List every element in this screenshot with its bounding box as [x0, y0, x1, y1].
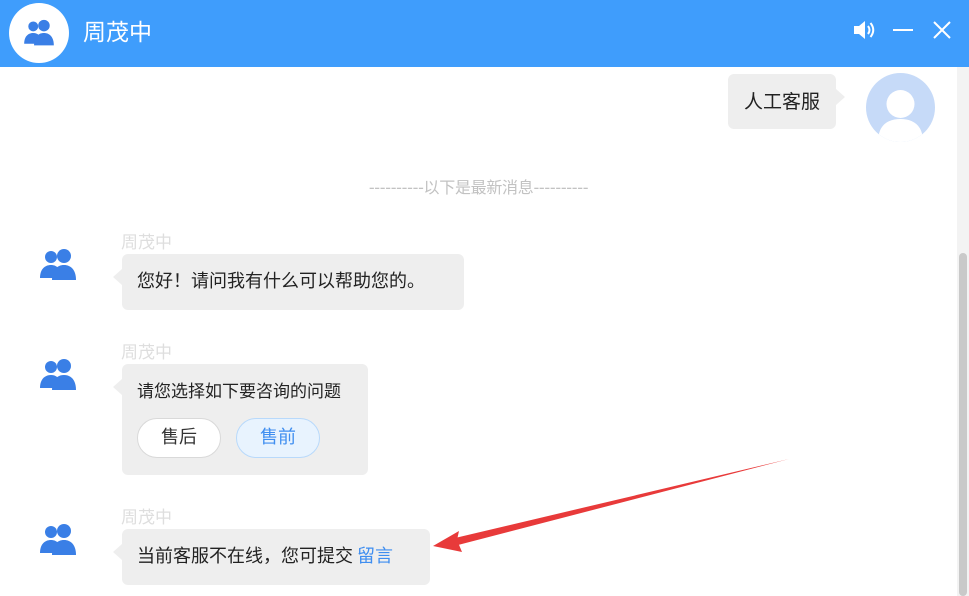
chat-title: 周茂中 [83, 20, 152, 46]
after-sales-button[interactable]: 售后 [137, 418, 221, 458]
close-icon [933, 21, 951, 39]
agent-avatar-icon [40, 359, 76, 390]
sender-name: 周茂中 [121, 343, 172, 363]
sound-button[interactable] [851, 17, 877, 43]
leave-message-link[interactable]: 留言 [357, 544, 393, 570]
group-avatar [9, 3, 69, 63]
agent-avatar-icon [40, 524, 76, 555]
agent-avatar-icon [40, 249, 76, 280]
user-avatar-icon [878, 90, 923, 142]
minimize-button[interactable] [890, 17, 916, 43]
speaker-icon [854, 21, 875, 39]
choose-prompt-text: 请您选择如下要咨询的问题 [137, 382, 341, 402]
chat-header: 周茂中 [0, 0, 969, 67]
minimize-icon [893, 29, 913, 31]
sender-name: 周茂中 [121, 508, 172, 528]
choice-bubble: 请您选择如下要咨询的问题 售后 售前 [113, 364, 368, 475]
offline-bubble: 当前客服不在线，您可提交 留言 [113, 529, 430, 585]
close-button[interactable] [929, 17, 955, 43]
new-messages-divider: ----------以下是最新消息---------- [368, 178, 589, 197]
user-message-text: 人工客服 [743, 90, 820, 113]
greeting-text: 您好！请问我有什么可以帮助您的。 [137, 271, 425, 292]
scrollbar-thumb[interactable] [959, 253, 967, 596]
greeting-bubble: 您好！请问我有什么可以帮助您的。 [113, 254, 464, 310]
sender-name: 周茂中 [121, 233, 172, 253]
offline-text: 当前客服不在线，您可提交 [137, 546, 353, 567]
user-message-bubble: 人工客服 [728, 74, 845, 129]
pre-sales-button[interactable]: 售前 [236, 418, 320, 458]
group-avatar-icon [24, 19, 54, 46]
user-avatar [866, 73, 935, 142]
